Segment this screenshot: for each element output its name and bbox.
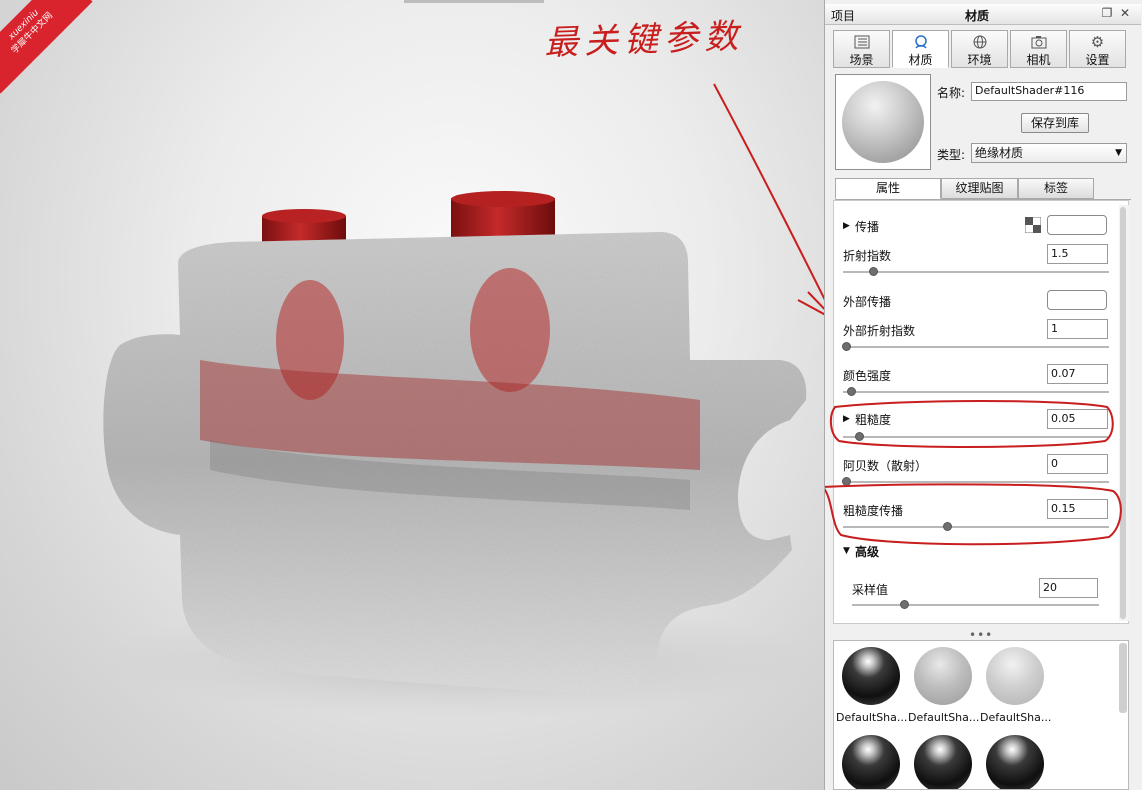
external-ior-input[interactable]: 1 — [1047, 319, 1108, 339]
tab-camera[interactable]: 相机 — [1010, 30, 1067, 68]
material-library: DefaultSha... DefaultSha... DefaultSha..… — [833, 640, 1129, 790]
panel-titlebar: 项目 材质 ❐ ✕ — [825, 4, 1141, 25]
save-to-library-button[interactable]: 保存到库 — [1021, 113, 1089, 133]
name-label: 名称: — [937, 86, 966, 100]
material-preview[interactable] — [835, 74, 931, 170]
external-transmission-color-swatch[interactable] — [1047, 290, 1107, 310]
render-viewport[interactable]: 最关键参数 xuexiniu 学犀牛中文网 — [0, 0, 824, 790]
samples-slider-track[interactable] — [852, 604, 1099, 606]
name-input[interactable]: DefaultShader#116 — [971, 82, 1127, 101]
library-item[interactable]: DefaultSha... — [908, 647, 980, 724]
list-icon — [854, 35, 869, 49]
restore-icon[interactable]: ❐ — [1101, 7, 1113, 19]
tab-label: 设置 — [1085, 53, 1110, 67]
ior-slider-knob[interactable] — [868, 267, 878, 276]
expand-arrow-icon[interactable]: ▶ — [843, 221, 850, 231]
library-item[interactable]: DefaultSha... — [836, 647, 908, 724]
tab-tags[interactable]: 标签 — [1018, 178, 1094, 199]
material-swatch — [914, 647, 972, 705]
tab-texture-maps[interactable]: 纹理贴图 — [941, 178, 1018, 199]
transmission-color-swatch[interactable] — [1047, 215, 1107, 235]
ior-label: 折射指数 — [843, 249, 892, 263]
tab-settings[interactable]: ⚙ 设置 — [1069, 30, 1126, 68]
library-item[interactable] — [908, 735, 978, 789]
library-scrollbar[interactable] — [1119, 643, 1127, 713]
tab-label: 环境 — [967, 53, 992, 67]
gear-icon: ⚙ — [1090, 33, 1105, 51]
type-select[interactable]: 绝缘材质 ▼ — [971, 143, 1127, 163]
samples-label: 采样值 — [852, 583, 889, 597]
checker-icon[interactable] — [1025, 217, 1041, 233]
main-tabs: 场景 材质 环境 相机 ⚙ 设置 — [833, 30, 1139, 68]
camera-icon — [1031, 36, 1046, 49]
library-item[interactable]: DefaultSha... — [980, 647, 1052, 724]
globe-icon — [973, 35, 986, 49]
material-swatch — [986, 647, 1044, 705]
samples-input[interactable]: 20 — [1039, 578, 1098, 598]
material-swatch — [986, 735, 1044, 789]
tab-environment[interactable]: 环境 — [951, 30, 1008, 68]
external-ior-slider-knob[interactable] — [842, 342, 851, 351]
material-swatch — [842, 647, 900, 705]
ior-input[interactable]: 1.5 — [1047, 244, 1108, 264]
annotation-highlights — [825, 400, 1122, 546]
tab-label: 材质 — [908, 53, 933, 67]
library-item-name: DefaultSha... — [908, 711, 980, 724]
preview-sphere — [842, 81, 924, 163]
material-swatch — [914, 735, 972, 789]
external-transmission-label: 外部传播 — [843, 295, 892, 309]
ior-slider-track[interactable] — [843, 271, 1109, 273]
tab-scene[interactable]: 场景 — [833, 30, 890, 68]
external-ior-label: 外部折射指数 — [843, 324, 916, 338]
tab-label: 场景 — [849, 53, 874, 67]
library-item-name: DefaultSha... — [980, 711, 1052, 724]
panel-title: 材质 — [965, 9, 990, 23]
annotation-text: 最关键参数 — [543, 16, 745, 64]
type-label: 类型: — [937, 148, 966, 162]
library-item[interactable] — [980, 735, 1050, 789]
library-item-name: DefaultSha... — [836, 711, 908, 724]
rendered-model — [100, 83, 824, 720]
chevron-down-icon: ▼ — [1115, 148, 1122, 158]
type-select-value: 绝缘材质 — [975, 146, 1024, 160]
external-ior-slider-track[interactable] — [843, 346, 1109, 348]
tab-material[interactable]: 材质 — [892, 30, 949, 68]
library-item[interactable] — [836, 735, 906, 789]
material-swatch — [842, 735, 900, 789]
color-intensity-input[interactable]: 0.07 — [1047, 364, 1108, 384]
tab-properties[interactable]: 属性 — [835, 178, 941, 199]
tab-label: 相机 — [1026, 53, 1051, 67]
material-icon — [914, 35, 927, 49]
close-icon[interactable]: ✕ — [1119, 7, 1131, 19]
property-tabs: 属性 纹理贴图 标签 — [835, 177, 1131, 200]
color-intensity-label: 颜色强度 — [843, 369, 892, 383]
color-intensity-slider-track[interactable] — [843, 391, 1109, 393]
transmission-label: 传播 — [855, 220, 880, 234]
material-panel: 项目 材质 ❐ ✕ 场景 材质 环境 相机 ⚙ 设置 名称: DefaultSh… — [824, 0, 1142, 790]
panel-title-project[interactable]: 项目 — [831, 7, 855, 24]
